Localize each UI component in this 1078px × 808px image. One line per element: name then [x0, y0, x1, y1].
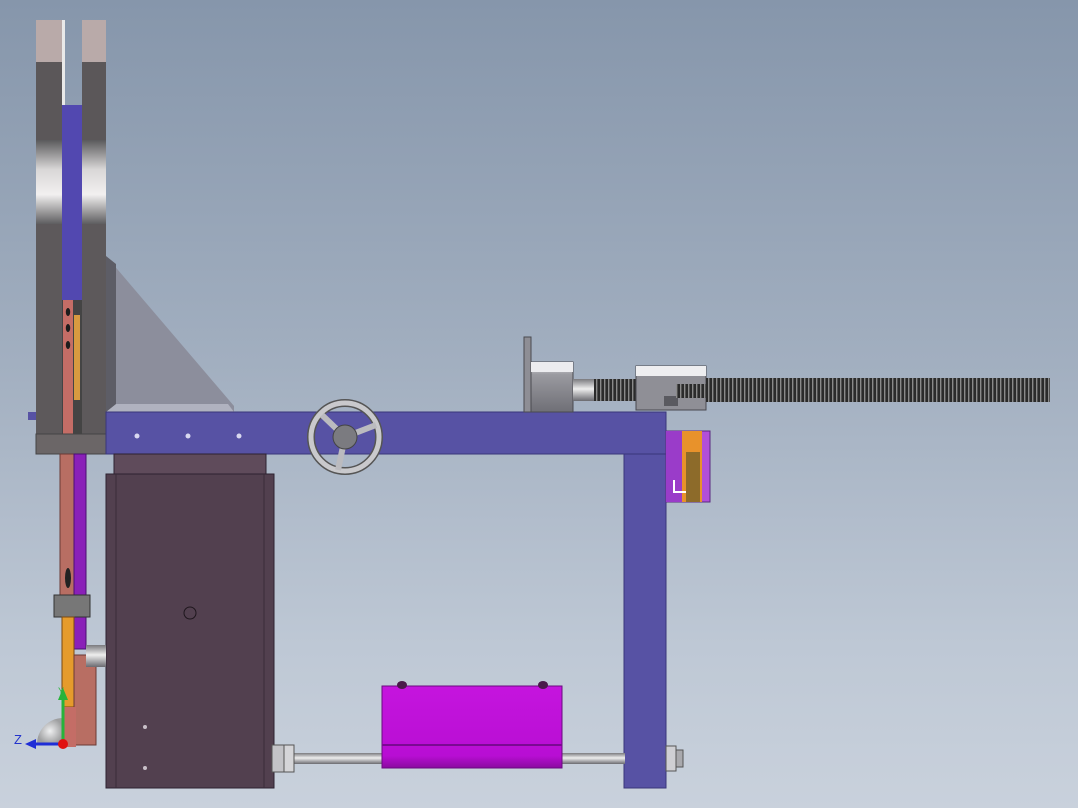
- end-bracket[interactable]: [665, 430, 711, 503]
- cad-model-view[interactable]: Z Y: [0, 0, 1078, 808]
- triangular-gusset[interactable]: [106, 256, 234, 412]
- triad-x-dot: [58, 739, 68, 749]
- triad-quadrant: [37, 718, 63, 744]
- triad-z-label: Z: [14, 732, 22, 747]
- motor-mount[interactable]: [523, 336, 595, 413]
- reference-triad: Z Y: [14, 686, 68, 749]
- magenta-cylinder[interactable]: [381, 681, 563, 769]
- cad-viewport[interactable]: Z Y: [0, 0, 1078, 808]
- lead-screw[interactable]: [594, 365, 1050, 411]
- base-cabinet[interactable]: [105, 453, 275, 789]
- upper-guide-columns[interactable]: [28, 20, 107, 455]
- triad-y-label: Y: [58, 686, 64, 696]
- triad-z-arrow: [25, 739, 36, 749]
